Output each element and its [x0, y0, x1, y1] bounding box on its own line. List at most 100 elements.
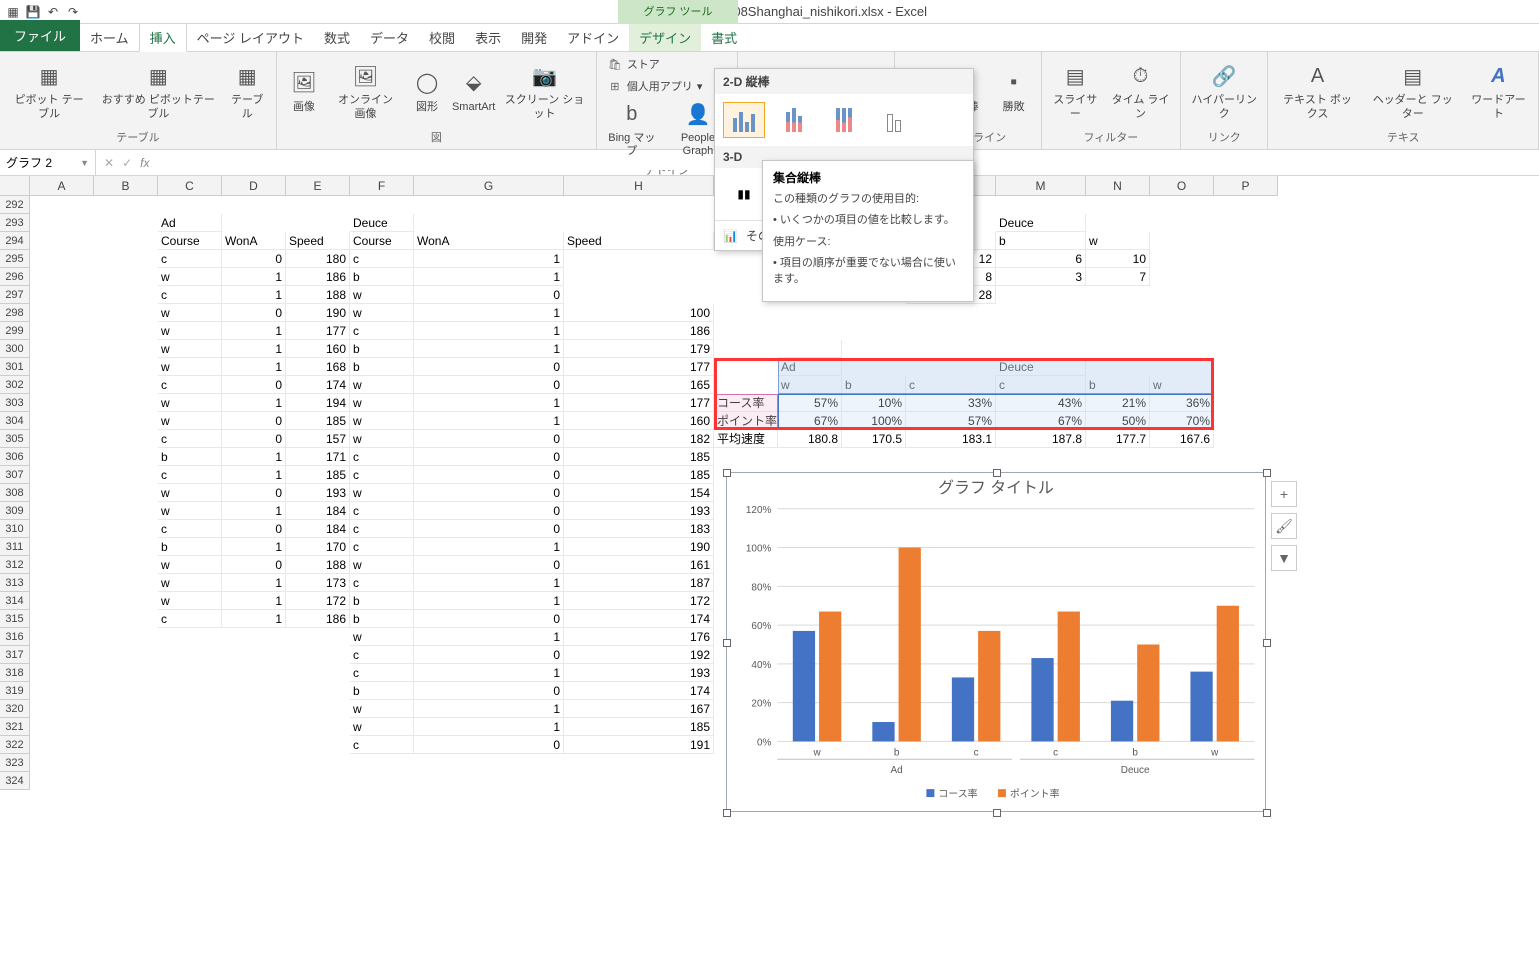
row-header-297[interactable]: 297: [0, 286, 30, 304]
row-header-293[interactable]: 293: [0, 214, 30, 232]
cell-E312[interactable]: 188: [286, 556, 350, 574]
smartart-button[interactable]: ⬙SmartArt: [452, 65, 495, 116]
cell-F321[interactable]: w: [350, 718, 414, 736]
cell-G316[interactable]: 1: [414, 628, 564, 646]
cell-F299[interactable]: c: [350, 322, 414, 340]
cell-G315[interactable]: 0: [414, 610, 564, 628]
cell-O302[interactable]: w: [1150, 376, 1214, 394]
cell-E300[interactable]: 160: [286, 340, 350, 358]
screenshot-button[interactable]: 📷スクリーン ショット: [499, 58, 590, 122]
cell-H303[interactable]: 177: [564, 394, 714, 412]
cell-E308[interactable]: 193: [286, 484, 350, 502]
tab-insert[interactable]: 挿入: [139, 23, 187, 52]
row-header-303[interactable]: 303: [0, 394, 30, 412]
cell-G302[interactable]: 0: [414, 376, 564, 394]
cell-C311[interactable]: b: [158, 538, 222, 556]
row-header-301[interactable]: 301: [0, 358, 30, 376]
cell-G313[interactable]: 1: [414, 574, 564, 592]
tab-data[interactable]: データ: [360, 24, 419, 51]
bing-maps-button[interactable]: bBing マップ: [603, 96, 661, 160]
cell-H320[interactable]: 167: [564, 700, 714, 718]
cell-F296[interactable]: b: [350, 268, 414, 286]
cell-D294[interactable]: WonA: [222, 232, 286, 250]
cell-H302[interactable]: 165: [564, 376, 714, 394]
cell-G314[interactable]: 1: [414, 592, 564, 610]
cell-J304[interactable]: 67%: [778, 412, 842, 430]
cell-F322[interactable]: c: [350, 736, 414, 754]
cell-E294[interactable]: Speed: [286, 232, 350, 250]
redo-icon[interactable]: ↷: [64, 3, 82, 21]
cell-G299[interactable]: 1: [414, 322, 564, 340]
cell-E296[interactable]: 186: [286, 268, 350, 286]
cell-C310[interactable]: c: [158, 520, 222, 538]
cell-C299[interactable]: w: [158, 322, 222, 340]
cell-E304[interactable]: 185: [286, 412, 350, 430]
row-header-321[interactable]: 321: [0, 718, 30, 736]
row-header-314[interactable]: 314: [0, 592, 30, 610]
pivot-table-button[interactable]: ▦ピボット テーブル: [6, 58, 92, 122]
cell-H304[interactable]: 160: [564, 412, 714, 430]
cell-M304[interactable]: 67%: [996, 412, 1086, 430]
chart-resize-handle[interactable]: [993, 809, 1001, 817]
cell-F305[interactable]: w: [350, 430, 414, 448]
cell-M303[interactable]: 43%: [996, 394, 1086, 412]
col-header-D[interactable]: D: [222, 176, 286, 196]
row-header-312[interactable]: 312: [0, 556, 30, 574]
cell-E305[interactable]: 157: [286, 430, 350, 448]
chart-elements-button[interactable]: +: [1271, 481, 1297, 507]
row-header-310[interactable]: 310: [0, 520, 30, 538]
cell-H322[interactable]: 191: [564, 736, 714, 754]
chart-resize-handle[interactable]: [723, 469, 731, 477]
chart-resize-handle[interactable]: [723, 809, 731, 817]
stacked-column-option[interactable]: [773, 102, 815, 138]
cell-D307[interactable]: 1: [222, 466, 286, 484]
row-header-294[interactable]: 294: [0, 232, 30, 250]
row-header-308[interactable]: 308: [0, 484, 30, 502]
cell-E297[interactable]: 188: [286, 286, 350, 304]
chart-resize-handle[interactable]: [1263, 809, 1271, 817]
cell-C313[interactable]: w: [158, 574, 222, 592]
cell-L305[interactable]: 183.1: [906, 430, 996, 448]
col-header-N[interactable]: N: [1086, 176, 1150, 196]
slicer-button[interactable]: ▤スライサー: [1048, 58, 1103, 122]
cell-O305[interactable]: 167.6: [1150, 430, 1214, 448]
cell-F316[interactable]: w: [350, 628, 414, 646]
cell-G318[interactable]: 1: [414, 664, 564, 682]
cell-H299[interactable]: 186: [564, 322, 714, 340]
row-header-322[interactable]: 322: [0, 736, 30, 754]
cell-H317[interactable]: 192: [564, 646, 714, 664]
cell-H311[interactable]: 190: [564, 538, 714, 556]
row-header-305[interactable]: 305: [0, 430, 30, 448]
cell-D303[interactable]: 1: [222, 394, 286, 412]
cell-C303[interactable]: w: [158, 394, 222, 412]
cell-H308[interactable]: 154: [564, 484, 714, 502]
table-button[interactable]: ▦テーブル: [224, 58, 269, 122]
name-box-input[interactable]: [6, 156, 76, 170]
cell-M305[interactable]: 187.8: [996, 430, 1086, 448]
cell-C297[interactable]: c: [158, 286, 222, 304]
col-header-C[interactable]: C: [158, 176, 222, 196]
tab-addins[interactable]: アドイン: [557, 24, 629, 51]
tab-home[interactable]: ホーム: [80, 24, 139, 51]
cell-J302[interactable]: w: [778, 376, 842, 394]
row-header-296[interactable]: 296: [0, 268, 30, 286]
cell-E299[interactable]: 177: [286, 322, 350, 340]
cell-G308[interactable]: 0: [414, 484, 564, 502]
cell-F318[interactable]: c: [350, 664, 414, 682]
cell-G297[interactable]: 0: [414, 286, 564, 304]
cell-D315[interactable]: 1: [222, 610, 286, 628]
cell-C309[interactable]: w: [158, 502, 222, 520]
cell-E313[interactable]: 173: [286, 574, 350, 592]
select-all-corner[interactable]: [0, 176, 30, 196]
timeline-button[interactable]: ⏱タイム ライン: [1107, 58, 1174, 122]
cell-I304[interactable]: ポイント率: [714, 412, 778, 430]
cell-H310[interactable]: 183: [564, 520, 714, 538]
tab-page-layout[interactable]: ページ レイアウト: [187, 24, 314, 51]
cell-E310[interactable]: 184: [286, 520, 350, 538]
cell-D298[interactable]: 0: [222, 304, 286, 322]
cell-D304[interactable]: 0: [222, 412, 286, 430]
cell-E295[interactable]: 180: [286, 250, 350, 268]
tab-formulas[interactable]: 数式: [314, 24, 360, 51]
recommended-pivot-button[interactable]: ▦おすすめ ピボットテーブル: [96, 58, 220, 122]
cell-D306[interactable]: 1: [222, 448, 286, 466]
